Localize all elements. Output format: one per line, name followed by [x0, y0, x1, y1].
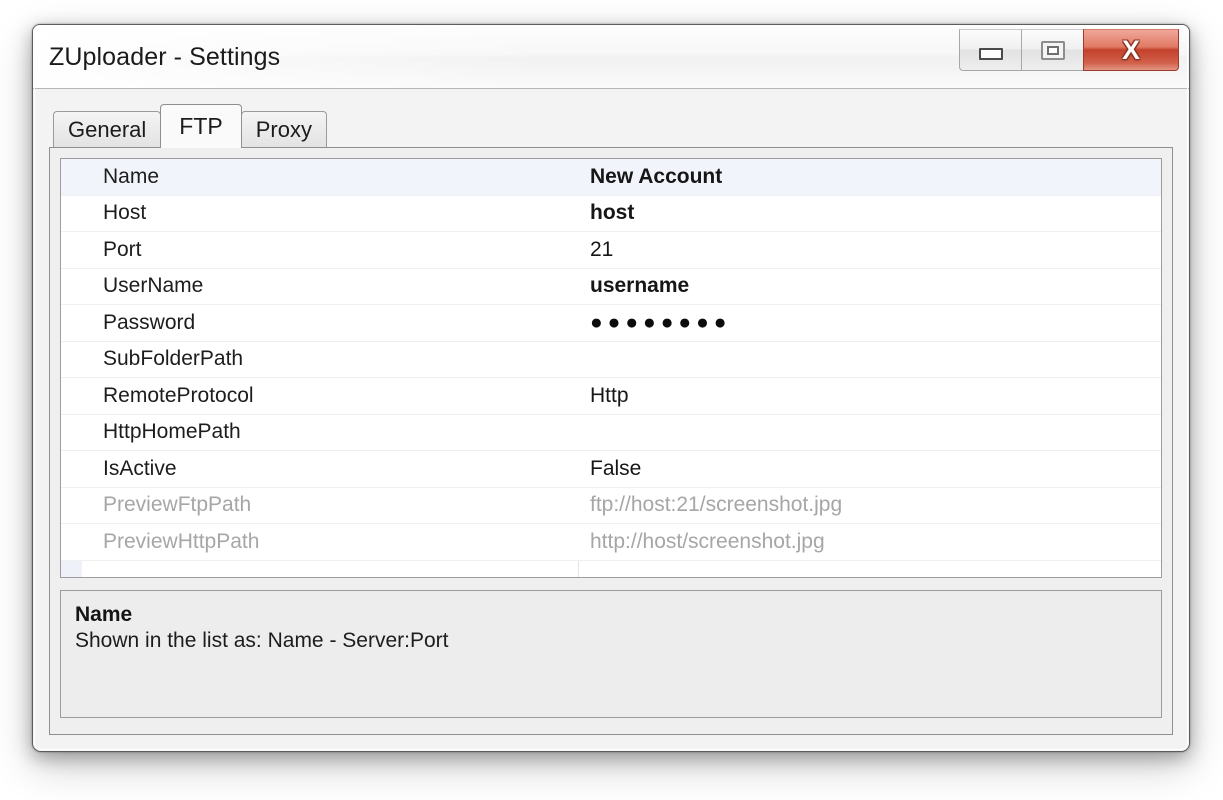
- property-value[interactable]: ftp://host:21/screenshot.jpg: [578, 493, 1161, 517]
- minimize-button[interactable]: [959, 29, 1021, 71]
- tab-ftp[interactable]: FTP: [160, 104, 242, 148]
- property-grid-rows: Name New Account Host host Port 21 UserName use…: [61, 159, 1161, 561]
- description-text: Shown in the list as: Name - Server:Port: [75, 629, 449, 652]
- property-value[interactable]: False: [578, 457, 1161, 481]
- settings-window: ZUploader - Settings X General FTP Proxy…: [32, 24, 1190, 752]
- property-row[interactable]: PreviewHttpPath http://host/screenshot.jp…: [61, 524, 1161, 561]
- tab-page-ftp: Name New Account Host host Port 21 UserName use…: [49, 147, 1173, 735]
- tab-general[interactable]: General: [53, 111, 162, 147]
- minimize-icon: [978, 48, 1003, 60]
- client-area: General FTP Proxy Name New Account Host hos…: [33, 89, 1189, 751]
- property-name: SubFolderPath: [103, 347, 244, 371]
- property-name: Host: [103, 201, 147, 225]
- property-name: Port: [103, 237, 142, 261]
- screen: ZUploader - Settings X General FTP Proxy…: [0, 0, 1223, 800]
- close-icon: X: [1121, 34, 1140, 65]
- property-row[interactable]: SubFolderPath: [61, 341, 1161, 378]
- window-title: ZUploader - Settings: [49, 43, 281, 71]
- tab-proxy-label: Proxy: [255, 116, 312, 142]
- property-name: UserName: [103, 274, 204, 298]
- property-row[interactable]: HttpHomePath: [61, 414, 1161, 451]
- property-value[interactable]: Http: [578, 384, 1161, 408]
- property-row[interactable]: Password ●●●●●●●●: [61, 305, 1161, 342]
- description-pane: Name Shown in the list as: Name - Server…: [60, 590, 1162, 718]
- property-value-masked[interactable]: ●●●●●●●●: [578, 312, 1161, 333]
- property-row[interactable]: Host host: [61, 195, 1161, 232]
- property-row[interactable]: RemoteProtocol Http: [61, 378, 1161, 415]
- tab-proxy[interactable]: Proxy: [240, 111, 327, 147]
- property-value[interactable]: http://host/screenshot.jpg: [578, 530, 1161, 554]
- maximize-icon-inner: [1046, 45, 1059, 55]
- property-row[interactable]: UserName username: [61, 268, 1161, 305]
- property-name: Name: [103, 164, 160, 188]
- property-row[interactable]: IsActive False: [61, 451, 1161, 488]
- property-name: RemoteProtocol: [103, 383, 254, 407]
- property-value[interactable]: 21: [578, 238, 1161, 262]
- property-name: IsActive: [103, 456, 177, 480]
- property-row[interactable]: Name New Account: [61, 159, 1161, 196]
- close-button[interactable]: X: [1083, 29, 1179, 71]
- tab-strip: General FTP Proxy: [49, 103, 1173, 148]
- property-value[interactable]: New Account: [578, 165, 1161, 189]
- property-name: PreviewFtpPath: [103, 493, 252, 517]
- property-row[interactable]: Port 21: [61, 232, 1161, 269]
- property-row[interactable]: PreviewFtpPath ftp://host:21/screenshot.j…: [61, 487, 1161, 524]
- property-value[interactable]: host: [578, 201, 1161, 225]
- maximize-icon: [1040, 40, 1065, 60]
- property-name: HttpHomePath: [103, 420, 241, 444]
- tab-ftp-label: FTP: [179, 113, 223, 139]
- property-name: Password: [103, 310, 196, 334]
- maximize-button[interactable]: [1021, 29, 1083, 71]
- property-grid[interactable]: Name New Account Host host Port 21 UserName use…: [60, 158, 1162, 578]
- property-value[interactable]: username: [578, 274, 1161, 298]
- tab-general-label: General: [68, 116, 147, 142]
- description-title: Name: [75, 603, 133, 626]
- property-name: PreviewHttpPath: [103, 529, 260, 553]
- window-controls: X: [959, 29, 1179, 73]
- title-bar[interactable]: ZUploader - Settings X: [33, 25, 1189, 89]
